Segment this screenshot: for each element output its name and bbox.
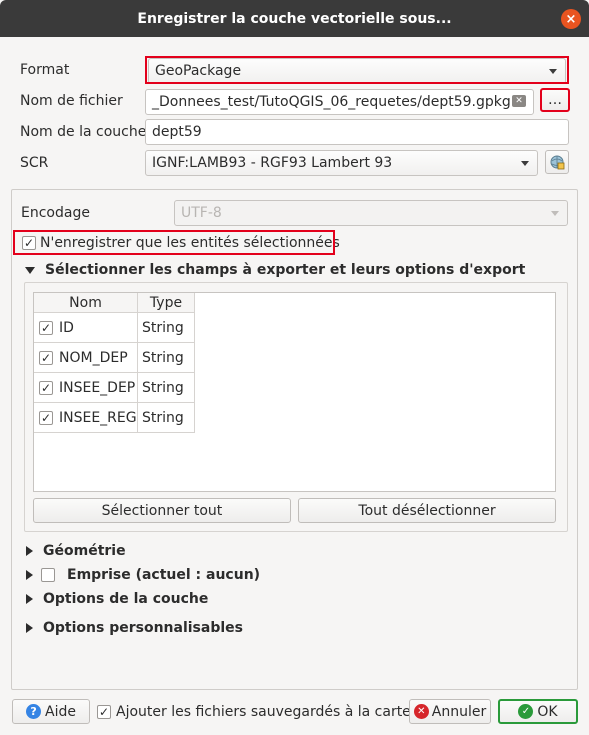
field-name: ID	[59, 319, 74, 336]
help-icon: ?	[26, 704, 42, 719]
select-all-label: Sélectionner tout	[101, 502, 223, 519]
ok-icon: ✓	[518, 704, 534, 719]
field-type: String	[142, 319, 184, 336]
encoding-value: UTF-8	[181, 205, 222, 221]
ok-label: OK	[537, 703, 558, 720]
table-header: Nom Type	[34, 293, 195, 313]
layername-label: Nom de la couche	[20, 124, 147, 140]
field-type-cell: String	[138, 373, 195, 403]
chevron-down-icon	[521, 161, 529, 166]
custom-options-label: Options personnalisables	[43, 620, 243, 636]
fields-section-toggle[interactable]: Sélectionner les champs à exporter et le…	[25, 262, 525, 278]
field-name: INSEE_DEP	[59, 379, 136, 396]
field-type-cell: String	[138, 403, 195, 433]
field-name-cell[interactable]: ✓ NOM_DEP	[34, 343, 138, 373]
browse-label: …	[548, 92, 562, 108]
crs-selector-button[interactable]	[545, 150, 569, 174]
clear-input-icon[interactable]: ✕	[512, 95, 526, 107]
add-to-map-option[interactable]: ✓ Ajouter les fichiers sauvegardés à la …	[97, 704, 411, 720]
deselect-all-button[interactable]: Tout désélectionner	[298, 498, 556, 523]
custom-options-toggle[interactable]: Options personnalisables	[26, 620, 243, 636]
check-icon: ✓	[40, 380, 52, 395]
check-icon: ✓	[40, 320, 52, 335]
geometry-label: Géométrie	[43, 543, 126, 559]
field-name-cell[interactable]: ✓ INSEE_REG	[34, 403, 138, 433]
encoding-combo[interactable]: UTF-8	[174, 200, 568, 226]
field-checkbox[interactable]: ✓	[39, 380, 53, 395]
expand-arrow-icon	[26, 546, 33, 556]
help-button[interactable]: ? Aide	[12, 699, 90, 724]
encoding-label: Encodage	[21, 205, 90, 221]
check-icon: ✓	[98, 705, 110, 719]
expand-arrow-icon	[26, 594, 33, 604]
close-button[interactable]: ×	[561, 9, 581, 29]
filename-value: _Donnees_test/TutoQGIS_06_requetes/dept5…	[152, 94, 511, 110]
add-to-map-label: Ajouter les fichiers sauvegardés à la ca…	[116, 704, 411, 720]
field-type: String	[142, 349, 184, 366]
select-all-button[interactable]: Sélectionner tout	[33, 498, 291, 523]
close-icon: ×	[565, 11, 577, 27]
field-type: String	[142, 379, 184, 396]
extent-section-toggle[interactable]: Emprise (actuel : aucun)	[26, 567, 260, 583]
field-name-cell[interactable]: ✓ ID	[34, 313, 138, 343]
globe-icon	[550, 155, 565, 170]
expand-arrow-icon	[26, 623, 33, 633]
fields-table: Nom Type ✓ ID String ✓ NOM_DEP String ✓ …	[33, 292, 556, 492]
ok-button[interactable]: ✓ OK	[498, 699, 578, 724]
format-label: Format	[20, 62, 70, 78]
title-bar: Enregistrer la couche vectorielle sous..…	[0, 0, 589, 37]
table-row: ✓ NOM_DEP String	[34, 343, 555, 373]
layername-input[interactable]: dept59	[145, 119, 569, 145]
add-to-map-checkbox[interactable]: ✓	[97, 705, 111, 719]
filename-label: Nom de fichier	[20, 93, 123, 109]
browse-button[interactable]: …	[540, 88, 570, 112]
layer-options-label: Options de la couche	[43, 591, 209, 607]
column-header-type[interactable]: Type	[138, 293, 195, 312]
field-checkbox[interactable]: ✓	[39, 410, 53, 425]
column-header-name[interactable]: Nom	[34, 293, 138, 312]
field-type-cell: String	[138, 343, 195, 373]
chevron-down-icon	[551, 211, 559, 216]
collapse-arrow-icon	[25, 266, 35, 274]
field-name: NOM_DEP	[59, 349, 128, 366]
field-checkbox[interactable]: ✓	[39, 350, 53, 365]
format-highlight	[145, 56, 569, 84]
extent-label: Emprise (actuel : aucun)	[67, 567, 261, 583]
crs-label: SCR	[20, 155, 49, 171]
selected-only-highlight	[13, 230, 335, 255]
field-type-cell: String	[138, 313, 195, 343]
field-checkbox[interactable]: ✓	[39, 320, 53, 335]
check-icon: ✓	[40, 350, 52, 365]
expand-arrow-icon	[26, 570, 33, 580]
field-type: String	[142, 409, 184, 426]
crs-value: IGNF:LAMB93 - RGF93 Lambert 93	[152, 155, 393, 171]
layer-options-toggle[interactable]: Options de la couche	[26, 591, 208, 607]
cancel-icon: ✕	[413, 704, 429, 719]
table-row: ✓ INSEE_DEP String	[34, 373, 555, 403]
check-icon: ✓	[40, 410, 52, 425]
table-row: ✓ ID String	[34, 313, 555, 343]
layername-value: dept59	[152, 124, 202, 140]
field-name-cell[interactable]: ✓ INSEE_DEP	[34, 373, 138, 403]
filename-input[interactable]: _Donnees_test/TutoQGIS_06_requetes/dept5…	[145, 89, 534, 115]
field-name: INSEE_REG	[59, 409, 137, 426]
extent-checkbox[interactable]	[41, 568, 55, 582]
geometry-section-toggle[interactable]: Géométrie	[26, 543, 126, 559]
crs-combo[interactable]: IGNF:LAMB93 - RGF93 Lambert 93	[145, 150, 538, 176]
window-title: Enregistrer la couche vectorielle sous..…	[137, 10, 452, 27]
deselect-all-label: Tout désélectionner	[358, 502, 496, 519]
fields-section-label: Sélectionner les champs à exporter et le…	[45, 262, 526, 278]
cancel-button[interactable]: ✕ Annuler	[409, 699, 491, 724]
help-label: Aide	[45, 703, 76, 720]
table-row: ✓ INSEE_REG String	[34, 403, 555, 433]
cancel-label: Annuler	[431, 703, 487, 720]
